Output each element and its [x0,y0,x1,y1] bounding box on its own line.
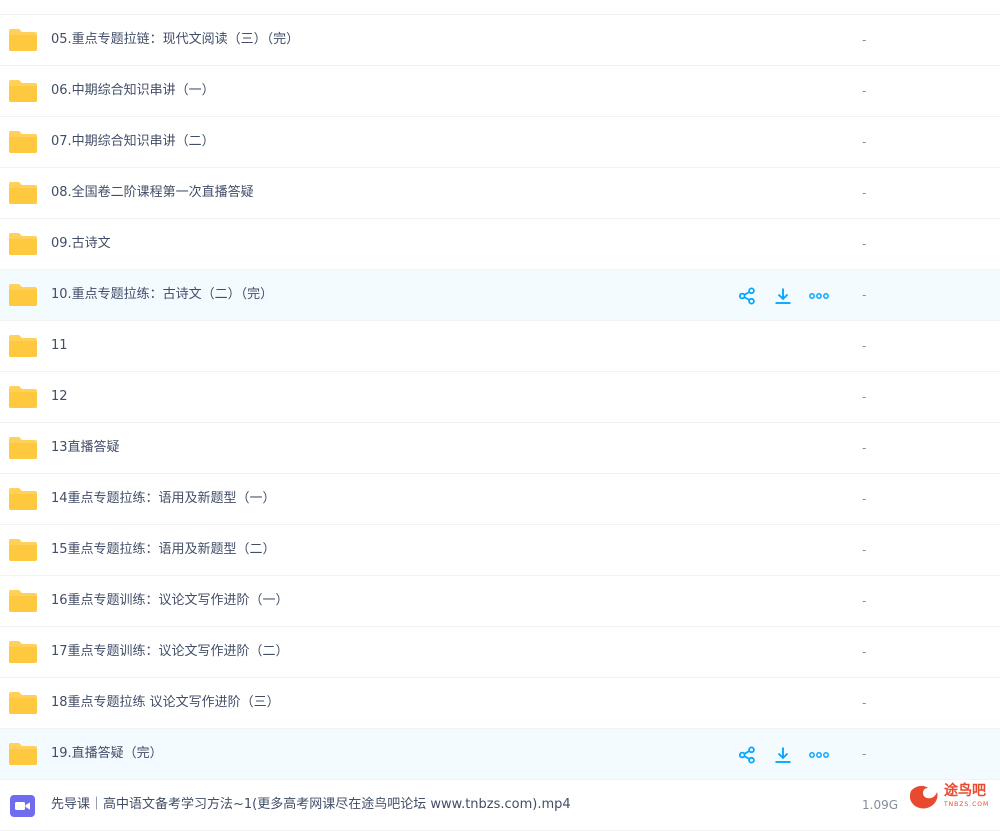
file-name[interactable]: 16重点专题训练：议论文写作进阶（一） [51,576,289,626]
site-watermark: 途鸟吧 TNBZS.COM [908,780,1000,815]
file-size: - [862,645,867,659]
file-name[interactable]: 10.重点专题拉练：古诗文（二）（完） [51,270,273,320]
folder-icon [9,80,37,102]
file-row[interactable]: 14重点专题拉练：语用及新题型（一） - [0,474,1000,525]
file-size: 1.09G [862,798,899,812]
share-icon [738,287,755,305]
file-size: - [862,441,867,455]
folder-icon [9,539,37,561]
share-button[interactable] [735,284,759,308]
folder-icon [9,692,37,714]
file-size: - [862,288,867,302]
file-size: - [862,0,866,14]
share-button[interactable] [735,743,759,767]
folder-icon [9,182,37,204]
file-row[interactable]: - [0,0,1000,15]
bird-logo-icon [910,785,938,808]
file-size: - [862,390,867,404]
file-row[interactable]: 07.中期综合知识串讲（二） - [0,117,1000,168]
folder-icon [9,743,37,765]
file-size: - [862,696,867,710]
folder-icon [9,386,37,408]
row-actions [735,743,843,767]
file-name[interactable]: 17重点专题训练：议论文写作进阶（二） [51,627,289,677]
file-row[interactable]: 11 - [0,321,1000,372]
file-row-hovered[interactable]: 10.重点专题拉练：古诗文（二）（完） - [0,270,1000,321]
file-name[interactable]: 05.重点专题拉链：现代文阅读（三）（完） [51,15,299,65]
video-file-icon [10,795,35,817]
file-size: - [862,237,867,251]
file-name[interactable]: 13直播答疑 [51,423,120,473]
file-size: - [862,543,867,557]
download-button[interactable] [771,743,795,767]
folder-icon [9,437,37,459]
file-name[interactable]: 15重点专题拉练：语用及新题型（二） [51,525,276,575]
more-button[interactable] [807,743,831,767]
folder-icon [9,590,37,612]
file-row[interactable]: 15重点专题拉练：语用及新题型（二） - [0,525,1000,576]
file-row[interactable]: 17重点专题训练：议论文写作进阶（二） - [0,627,1000,678]
file-row[interactable]: 18重点专题拉练 议论文写作进阶（三） - [0,678,1000,729]
more-icon [809,293,829,299]
file-name[interactable]: 07.中期综合知识串讲（二） [51,117,215,167]
file-row[interactable]: 06.中期综合知识串讲（一） - [0,66,1000,117]
folder-icon [9,284,37,306]
share-icon [738,746,755,764]
file-list: - 05.重点专题拉链：现代文阅读（三）（完） - 06.中期综合知识串讲（一）… [0,0,1000,831]
folder-icon [9,335,37,357]
folder-icon [9,488,37,510]
folder-icon [9,29,37,51]
watermark-text: 途鸟吧 TNBZS.COM [944,782,990,808]
file-name[interactable]: 先导课｜高中语文备考学习方法~1(更多高考网课尽在途鸟吧论坛 www.tnbzs… [51,780,571,830]
file-size: - [862,84,867,98]
file-row[interactable]: 09.古诗文 - [0,219,1000,270]
file-size: - [862,594,867,608]
more-icon [809,752,829,758]
file-row[interactable]: 08.全国卷二阶课程第一次直播答疑 - [0,168,1000,219]
file-name[interactable]: 06.中期综合知识串讲（一） [51,66,215,116]
file-name[interactable]: 09.古诗文 [51,219,111,269]
file-name[interactable]: 08.全国卷二阶课程第一次直播答疑 [51,168,254,218]
folder-icon [9,131,37,153]
file-row-hovered[interactable]: 19.直播答疑（完） - [0,729,1000,780]
file-name[interactable]: 12 [51,372,68,422]
file-size: - [862,339,867,353]
file-row-video[interactable]: 先导课｜高中语文备考学习方法~1(更多高考网课尽在途鸟吧论坛 www.tnbzs… [0,780,1000,831]
folder-icon [8,0,38,1]
file-size: - [862,33,867,47]
file-row[interactable]: 12 - [0,372,1000,423]
file-row[interactable]: 16重点专题训练：议论文写作进阶（一） - [0,576,1000,627]
download-icon [775,288,791,304]
file-name[interactable]: 18重点专题拉练 议论文写作进阶（三） [51,678,280,728]
file-row[interactable]: 13直播答疑 - [0,423,1000,474]
file-size: - [862,747,867,761]
row-actions [735,284,843,308]
file-size: - [862,135,867,149]
file-size: - [862,492,867,506]
folder-icon [9,641,37,663]
file-name[interactable]: 11 [51,321,68,371]
file-name[interactable]: 19.直播答疑（完） [51,729,163,779]
file-size: - [862,186,867,200]
more-button[interactable] [807,284,831,308]
download-button[interactable] [771,284,795,308]
file-name[interactable]: 14重点专题拉练：语用及新题型（一） [51,474,276,524]
folder-icon [9,233,37,255]
download-icon [775,747,791,763]
file-row[interactable]: 05.重点专题拉链：现代文阅读（三）（完） - [0,15,1000,66]
